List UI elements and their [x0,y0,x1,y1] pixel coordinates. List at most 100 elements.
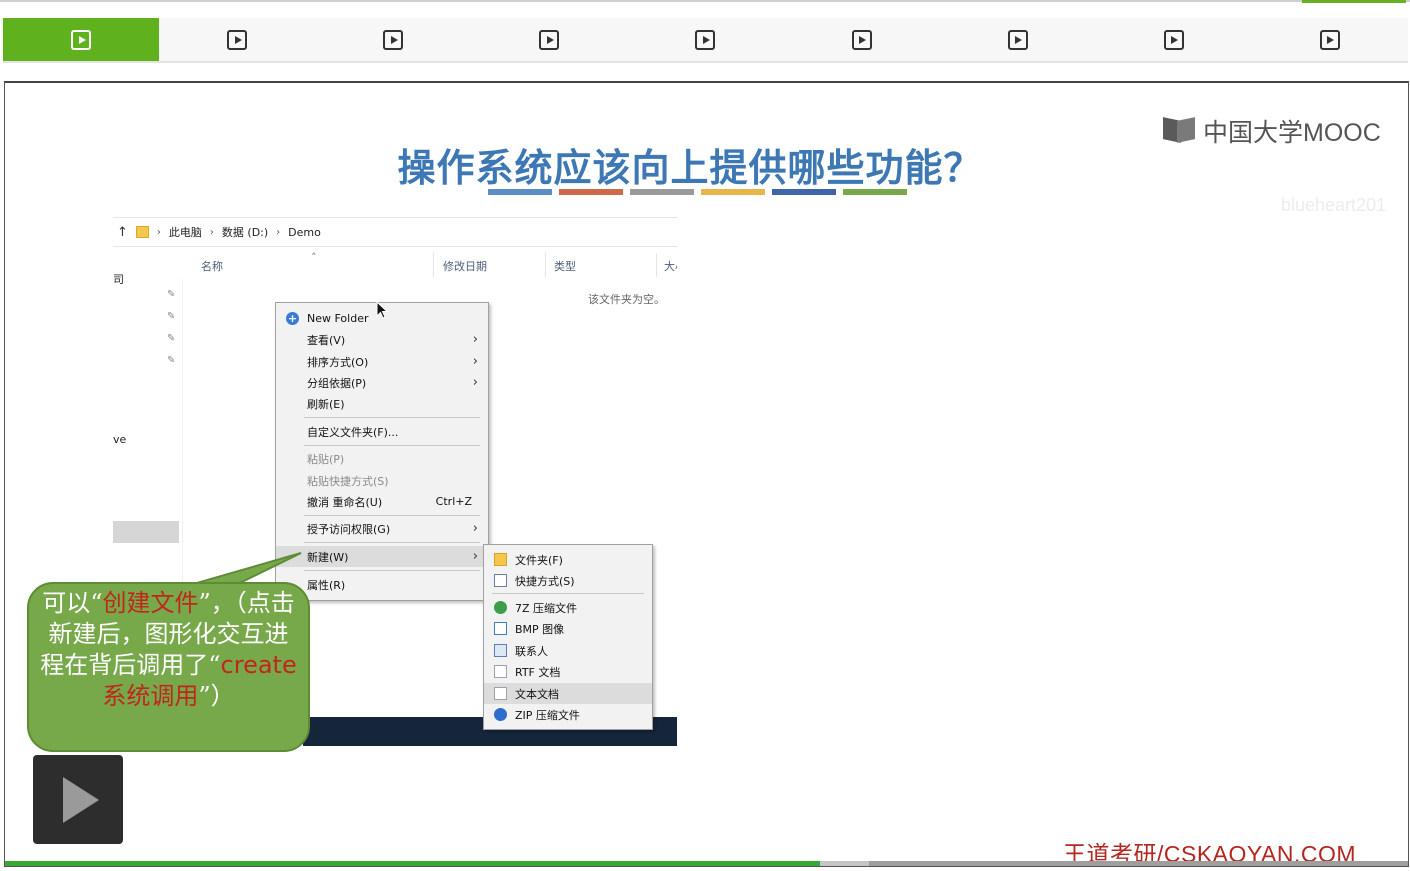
video-progress-bar[interactable] [5,861,1408,866]
column-type: 类型 [554,260,576,273]
pin-icon: ✎ [167,355,176,366]
menu-item-view[interactable]: 查看(V) › [276,329,488,350]
chevron-right-icon: › [472,549,478,564]
breadcrumb-item: 此电脑 [168,226,202,239]
play-icon [63,776,99,823]
play-square-icon [539,29,560,50]
address-bar: ↑ › 此电脑 › 数据 (D:) › Demo [113,217,677,247]
menu-item-group[interactable]: 分组依据(P) › [276,372,488,393]
breadcrumb-item: 数据 (D:) [221,226,269,239]
sort-caret-icon: ˄ [311,251,317,264]
empty-folder-message: 该文件夹为空。 [588,293,665,306]
lesson-tab-6[interactable] [784,18,940,61]
lesson-tab-9[interactable] [1252,18,1408,61]
color-bar [488,189,552,195]
title-color-bars [488,189,907,195]
play-button[interactable] [33,755,123,844]
nav-selection [113,521,179,543]
rtf-document-icon [494,665,507,678]
submenu-item-bmp[interactable]: BMP 图像 [484,618,652,639]
chevron-right-icon: › [472,375,478,390]
annotation-callout: 可以“创建文件”，（点击新建后，图形化交互进程在背后调用了“create 系统调… [27,582,310,752]
top-rule [0,0,1410,3]
submenu-item-folder[interactable]: 文件夹(F) [484,549,652,570]
nav-item-fragment: ve [113,433,127,446]
chevron-right-icon: › [472,521,478,536]
top-accent [1302,0,1406,3]
column-modified: 修改日期 [443,260,487,273]
column-divider [656,253,657,277]
buffered-range [819,861,870,866]
lesson-tab-strip [3,18,1408,63]
plus-circle-icon: + [286,312,299,325]
submenu-item-text[interactable]: 文本文档 [484,683,652,704]
text-document-icon [494,687,507,700]
column-size: 大小 [664,260,677,273]
chevron-right-icon: › [276,226,281,238]
submenu-item-contact[interactable]: 联系人 [484,640,652,661]
chevron-right-icon: › [209,226,214,238]
new-submenu: 文件夹(F) 快捷方式(S) 7Z 压缩文件 BMP 图像 联系人 RTF 文档… [483,544,653,730]
menu-item-paste-shortcut: 粘贴快捷方式(S) [307,474,389,488]
play-square-icon [1007,29,1028,50]
menu-item-paste: 粘贴(P) [307,452,345,466]
menu-item-customize[interactable]: 自定义文件夹(F)... [276,421,488,442]
menu-separator [304,417,480,418]
menu-item-refresh[interactable]: 刷新(E) [276,393,488,414]
bmp-image-icon [494,622,507,635]
play-square-icon [383,29,404,50]
pin-icon: ✎ [167,311,176,322]
lesson-tab-7[interactable] [940,18,1096,61]
play-square-icon [71,29,92,50]
column-name: 名称 [201,260,223,273]
submenu-item-7z[interactable]: 7Z 压缩文件 [484,597,652,618]
menu-separator [304,570,480,571]
play-square-icon [851,29,872,50]
lesson-tab-4[interactable] [471,18,627,61]
play-square-icon [1163,29,1184,50]
folder-icon [494,553,507,566]
chevron-right-icon: › [156,226,161,238]
play-square-icon [1319,29,1340,50]
menu-separator [492,593,644,594]
column-header: 名称 ˄ 修改日期 类型 大小 [113,251,677,279]
play-square-icon [227,29,248,50]
zip-archive-icon [494,708,507,721]
lesson-tab-8[interactable] [1096,18,1252,61]
nav-item-fragment: 司 [113,273,124,286]
played-range [5,861,820,866]
callout-text: ”） [198,682,235,710]
watermark: blueheart201 [1281,195,1387,215]
lesson-tab-2[interactable] [159,18,315,61]
slide-title: 操作系统应该向上提供哪些功能？ [397,145,983,190]
lecture-viewer: 中国大学MOOC blueheart201 操作系统应该向上提供哪些功能？ ↑ … [0,0,1410,871]
submenu-item-rtf[interactable]: RTF 文档 [484,661,652,682]
submenu-item-zip[interactable]: ZIP 压缩文件 [484,704,652,725]
video-slide[interactable]: 中国大学MOOC blueheart201 操作系统应该向上提供哪些功能？ ↑ … [4,81,1409,867]
column-divider [545,253,546,277]
shortcut-text: Ctrl+Z [435,495,472,508]
lesson-tab-3[interactable] [315,18,471,61]
breadcrumb-item: Demo [288,225,321,239]
chevron-right-icon: › [472,332,478,347]
pin-icon: ✎ [167,333,176,344]
menu-item-undo-rename[interactable]: 撤消 重命名(U) Ctrl+Z [276,491,488,512]
callout-highlight: 创建文件 [102,589,199,617]
play-square-icon [695,29,716,50]
menu-item-sort[interactable]: 排序方式(O) › [276,351,488,372]
submenu-item-shortcut[interactable]: 快捷方式(S) [484,570,652,591]
lesson-tab-5[interactable] [627,18,783,61]
up-arrow-icon: ↑ [117,224,128,240]
menu-item-grant-access[interactable]: 授予访问权限(G) › [276,518,488,539]
menu-separator [304,542,480,543]
color-bar [843,189,907,195]
callout-text: 可以“ [42,589,103,617]
lesson-tab-1[interactable] [3,18,160,61]
color-bar [701,189,765,195]
pin-icon: ✎ [167,289,176,300]
menu-separator [304,445,480,446]
chevron-right-icon: › [472,354,478,369]
color-bar [772,189,836,195]
archive-7z-icon [494,601,507,614]
color-bar [559,189,623,195]
